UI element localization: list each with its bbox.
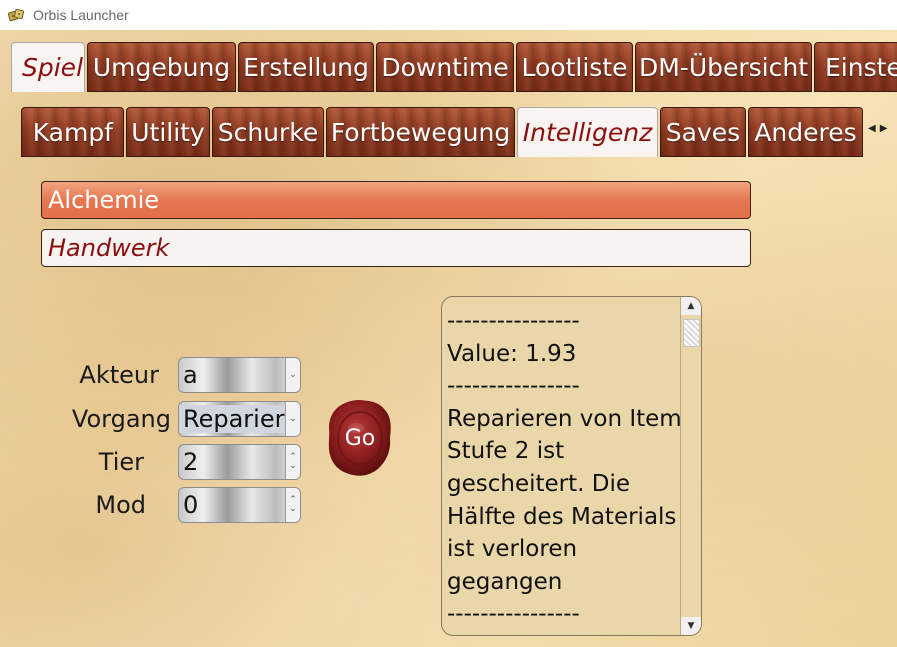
tab-einstellungen[interactable]: Einstellungen (814, 42, 897, 92)
tab-schurke[interactable]: Schurke (212, 107, 324, 157)
title-bar: Orbis Launcher (0, 0, 897, 30)
scroll-down-icon[interactable]: ▼ (681, 617, 701, 635)
spinner-arrows-icon[interactable]: ⌃ ⌄ (285, 488, 300, 522)
dice-icon (7, 6, 25, 24)
akteur-value: a (183, 361, 198, 389)
section-alchemie[interactable]: Alchemie (41, 181, 751, 219)
vorgang-label: Vorgang (71, 405, 171, 433)
go-button[interactable]: Go (327, 398, 393, 478)
tab-lootliste[interactable]: Lootliste (516, 42, 633, 92)
result-text: ---------------- Value: 1.93 -----------… (447, 308, 682, 628)
main-tab-bar: Spieler Umgebung Erstellung Downtime Loo… (11, 42, 897, 92)
tab-scroll-buttons: ◀ ▶ (868, 123, 887, 134)
tab-dm-uebersicht[interactable]: DM-Übersicht (635, 42, 812, 92)
scroll-up-icon[interactable]: ▲ (681, 297, 701, 315)
tier-label: Tier (98, 448, 144, 476)
window-title: Orbis Launcher (33, 7, 129, 23)
result-scrollbar[interactable]: ▲ ▼ (680, 297, 701, 635)
akteur-dropdown[interactable]: a ⌄ (178, 357, 301, 393)
tab-erstellung[interactable]: Erstellung (238, 42, 374, 92)
scroll-thumb[interactable] (683, 319, 700, 347)
mod-value: 0 (183, 491, 199, 519)
scroll-right-icon[interactable]: ▶ (880, 123, 888, 134)
tab-saves[interactable]: Saves (660, 107, 746, 157)
tab-intelligenz[interactable]: Intelligenz (517, 107, 658, 157)
tier-stepper[interactable]: 2 ⌃ ⌄ (178, 444, 301, 480)
section-handwerk[interactable]: Handwerk (41, 229, 751, 267)
chevron-down-icon[interactable]: ⌄ (285, 358, 300, 392)
chevron-down-icon[interactable]: ⌄ (285, 402, 300, 436)
tab-downtime[interactable]: Downtime (376, 42, 514, 92)
tab-utility[interactable]: Utility (126, 107, 210, 157)
scroll-left-icon[interactable]: ◀ (868, 123, 876, 134)
spinner-arrows-icon[interactable]: ⌃ ⌄ (285, 445, 300, 479)
tab-spieler[interactable]: Spieler (11, 42, 85, 92)
tab-kampf[interactable]: Kampf (21, 107, 124, 157)
vorgang-dropdown[interactable]: Reparieren ⌄ (178, 401, 301, 437)
tab-fortbewegung[interactable]: Fortbewegung (326, 107, 515, 157)
tier-value: 2 (183, 448, 199, 476)
akteur-label: Akteur (79, 361, 159, 389)
sub-tab-bar: Kampf Utility Schurke Fortbewegung Intel… (21, 107, 865, 157)
tab-anderes[interactable]: Anderes (748, 107, 863, 157)
tab-umgebung[interactable]: Umgebung (87, 42, 236, 92)
mod-stepper[interactable]: 0 ⌃ ⌄ (178, 487, 301, 523)
go-label: Go (344, 425, 376, 451)
result-textbox[interactable]: ---------------- Value: 1.93 -----------… (441, 296, 702, 636)
mod-label: Mod (95, 491, 146, 519)
vorgang-value: Reparieren (179, 405, 285, 433)
